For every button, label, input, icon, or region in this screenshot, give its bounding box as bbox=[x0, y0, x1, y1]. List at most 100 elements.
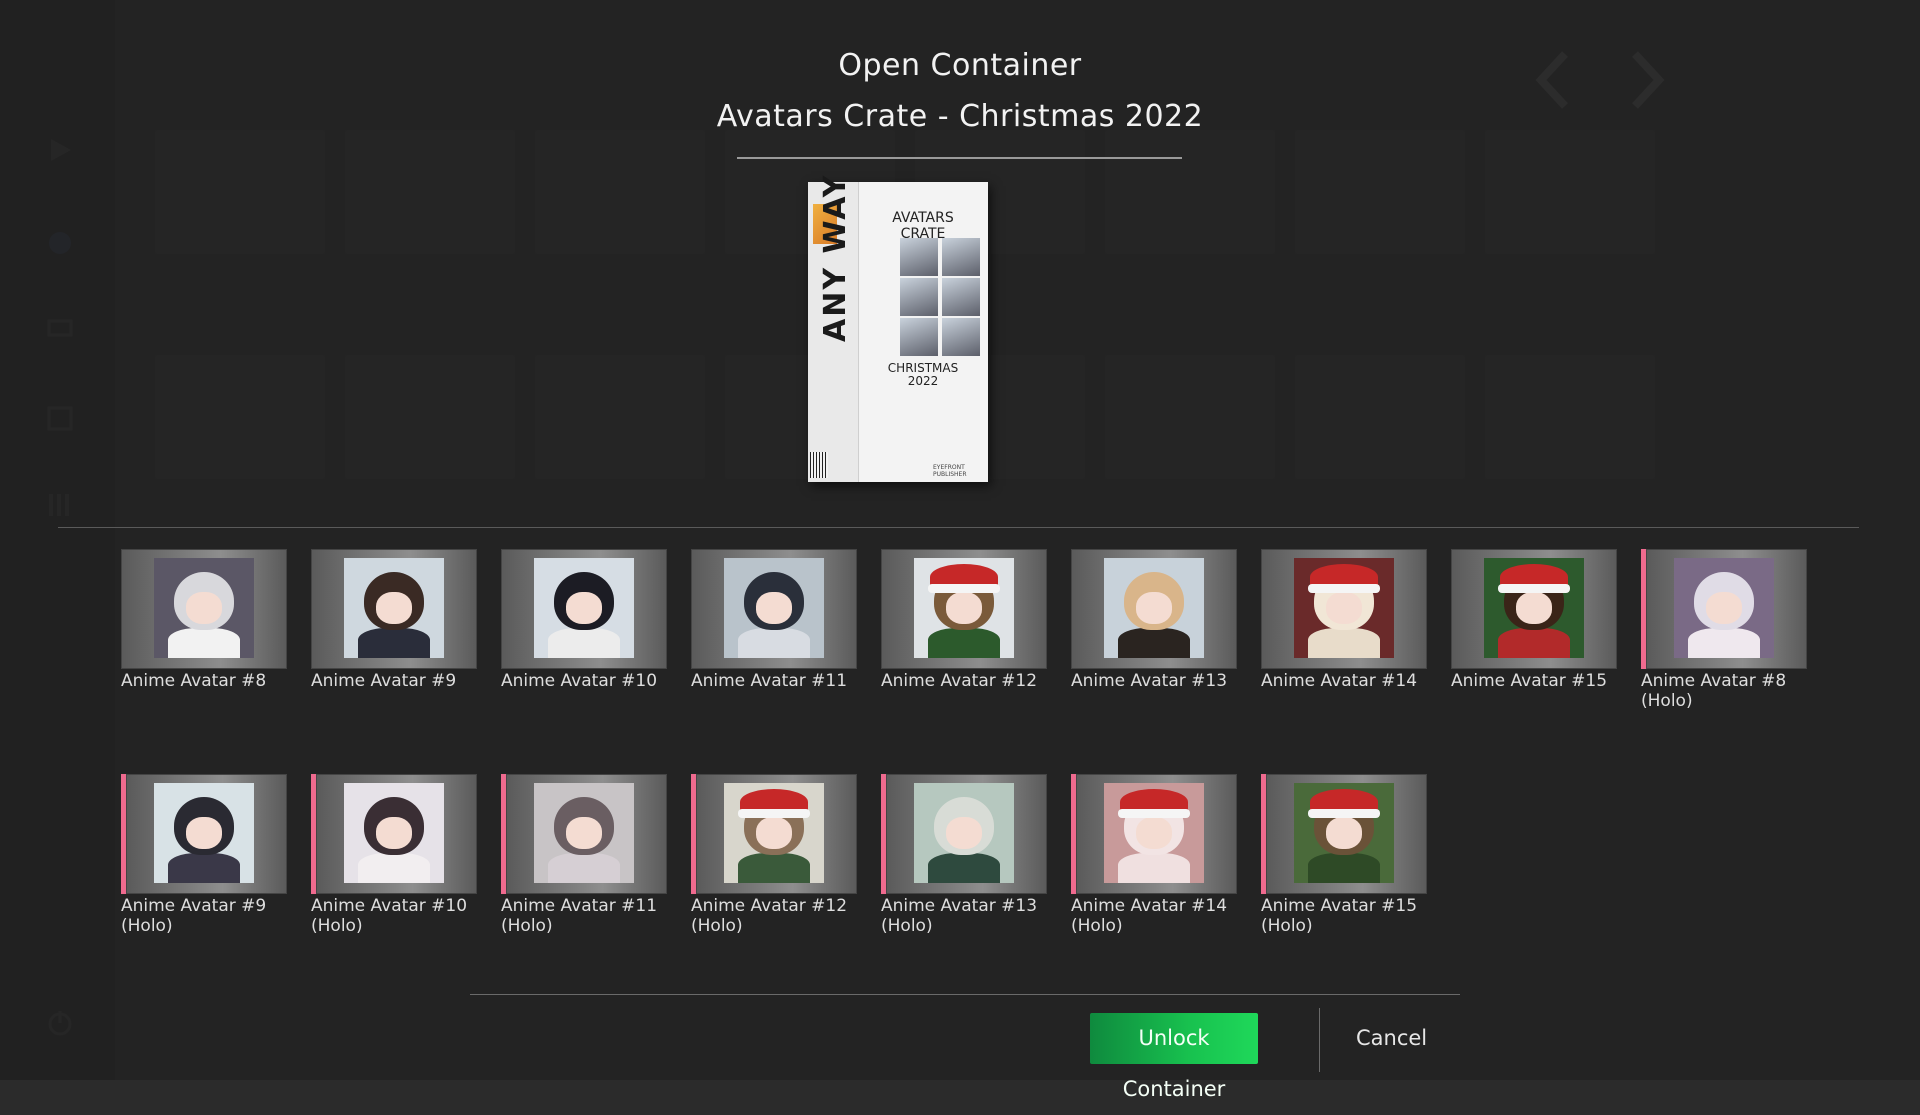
section-divider bbox=[58, 527, 1859, 528]
avatar-item-label: Anime Avatar #12 (Holo) bbox=[691, 896, 848, 936]
avatar-face bbox=[1326, 817, 1362, 849]
avatar-image bbox=[724, 558, 824, 658]
avatar-item-label: Anime Avatar #10 (Holo) bbox=[311, 896, 468, 936]
avatar-item[interactable]: Anime Avatar #11 (Holo) bbox=[501, 774, 667, 936]
avatar-item-label: Anime Avatar #8 bbox=[121, 671, 267, 691]
avatar-face bbox=[1706, 592, 1742, 624]
santa-hat bbox=[1118, 789, 1190, 818]
avatar-outfit bbox=[1308, 853, 1380, 883]
avatar-item[interactable]: Anime Avatar #8 (Holo) bbox=[1641, 549, 1807, 711]
holo-item-frame bbox=[1071, 774, 1237, 894]
crate-thumbnails bbox=[900, 238, 980, 356]
title-divider bbox=[737, 157, 1182, 159]
crate-name-line1: AVATARS bbox=[892, 210, 954, 226]
avatar-item[interactable]: Anime Avatar #10 (Holo) bbox=[311, 774, 477, 936]
avatar-image bbox=[534, 558, 634, 658]
item-frame bbox=[1261, 549, 1427, 669]
avatar-image bbox=[154, 783, 254, 883]
avatar-image bbox=[1674, 558, 1774, 658]
avatar-item-label: Anime Avatar #11 bbox=[691, 671, 848, 691]
avatar-face bbox=[946, 817, 982, 849]
avatar-outfit bbox=[1498, 628, 1570, 658]
avatar-item-label: Anime Avatar #9 bbox=[311, 671, 457, 691]
avatar-item-label: Anime Avatar #15 bbox=[1451, 671, 1608, 691]
avatar-image bbox=[1484, 558, 1584, 658]
avatar-image bbox=[344, 783, 444, 883]
avatar-item[interactable]: Anime Avatar #9 (Holo) bbox=[121, 774, 287, 936]
holo-item-frame bbox=[1261, 774, 1427, 894]
avatar-face bbox=[1136, 817, 1172, 849]
santa-hat bbox=[1308, 564, 1380, 593]
avatar-image bbox=[914, 558, 1014, 658]
item-frame bbox=[501, 549, 667, 669]
avatar-item[interactable]: Anime Avatar #13 (Holo) bbox=[881, 774, 1047, 936]
avatar-image bbox=[724, 783, 824, 883]
avatar-outfit bbox=[168, 628, 240, 658]
unlock-container-button[interactable]: Unlock Container bbox=[1090, 1013, 1258, 1101]
avatar-outfit bbox=[928, 853, 1000, 883]
avatar-outfit bbox=[168, 853, 240, 883]
avatar-item[interactable]: Anime Avatar #11 bbox=[691, 549, 857, 691]
avatar-image bbox=[1104, 558, 1204, 658]
holo-item-frame bbox=[1641, 549, 1807, 669]
item-frame bbox=[1451, 549, 1617, 669]
avatar-item[interactable]: Anime Avatar #13 bbox=[1071, 549, 1237, 691]
item-frame bbox=[311, 549, 477, 669]
container-name: Avatars Crate - Christmas 2022 bbox=[716, 99, 1204, 134]
avatar-outfit bbox=[1118, 628, 1190, 658]
crate-edition: CHRISTMAS 2022 bbox=[863, 362, 983, 388]
avatar-image bbox=[534, 783, 634, 883]
avatar-face bbox=[376, 592, 412, 624]
avatar-item[interactable]: Anime Avatar #12 bbox=[881, 549, 1047, 691]
avatar-item-label: Anime Avatar #13 bbox=[1071, 671, 1228, 691]
holo-item-frame bbox=[311, 774, 477, 894]
avatar-item-label: Anime Avatar #15 (Holo) bbox=[1261, 896, 1418, 936]
avatar-face bbox=[1516, 592, 1552, 624]
avatar-item[interactable]: Anime Avatar #10 bbox=[501, 549, 667, 691]
avatar-face bbox=[566, 817, 602, 849]
santa-hat bbox=[1498, 564, 1570, 593]
button-divider bbox=[1319, 1008, 1320, 1072]
avatar-image bbox=[1104, 783, 1204, 883]
avatar-image bbox=[1294, 558, 1394, 658]
avatar-face bbox=[756, 592, 792, 624]
avatar-item[interactable]: Anime Avatar #14 bbox=[1261, 549, 1427, 691]
crate-box-image: ANY WAY AVATARS CRATE CHRISTMAS 2022 EYE… bbox=[808, 174, 988, 482]
avatar-face bbox=[566, 592, 602, 624]
avatar-outfit bbox=[1118, 853, 1190, 883]
cancel-button[interactable]: Cancel bbox=[1356, 1013, 1440, 1064]
avatar-outfit bbox=[738, 628, 810, 658]
holo-item-frame bbox=[121, 774, 287, 894]
avatar-outfit bbox=[1308, 628, 1380, 658]
avatar-outfit bbox=[928, 628, 1000, 658]
avatar-item-label: Anime Avatar #9 (Holo) bbox=[121, 896, 267, 936]
santa-hat bbox=[738, 789, 810, 818]
avatar-item[interactable]: Anime Avatar #9 bbox=[311, 549, 477, 691]
avatar-outfit bbox=[738, 853, 810, 883]
avatar-image bbox=[914, 783, 1014, 883]
avatar-item[interactable]: Anime Avatar #14 (Holo) bbox=[1071, 774, 1237, 936]
avatar-outfit bbox=[358, 853, 430, 883]
avatar-item-label: Anime Avatar #10 bbox=[501, 671, 658, 691]
avatar-face bbox=[946, 592, 982, 624]
avatar-item[interactable]: Anime Avatar #15 bbox=[1451, 549, 1617, 691]
avatar-item-label: Anime Avatar #12 bbox=[881, 671, 1038, 691]
item-frame bbox=[121, 549, 287, 669]
modal-title: Open Container bbox=[838, 48, 1082, 83]
barcode bbox=[810, 452, 828, 478]
avatar-outfit bbox=[1688, 628, 1760, 658]
avatar-item[interactable]: Anime Avatar #15 (Holo) bbox=[1261, 774, 1427, 936]
santa-hat bbox=[928, 564, 1000, 593]
avatar-item[interactable]: Anime Avatar #8 bbox=[121, 549, 287, 691]
avatar-item-label: Anime Avatar #13 (Holo) bbox=[881, 896, 1038, 936]
avatar-item[interactable]: Anime Avatar #12 (Holo) bbox=[691, 774, 857, 936]
avatar-face bbox=[756, 817, 792, 849]
avatar-face bbox=[1326, 592, 1362, 624]
avatar-item-label: Anime Avatar #14 (Holo) bbox=[1071, 896, 1228, 936]
avatar-image bbox=[1294, 783, 1394, 883]
avatar-image bbox=[154, 558, 254, 658]
avatar-face bbox=[1136, 592, 1172, 624]
item-frame bbox=[691, 549, 857, 669]
avatar-face bbox=[186, 817, 222, 849]
footer-divider bbox=[470, 994, 1460, 995]
